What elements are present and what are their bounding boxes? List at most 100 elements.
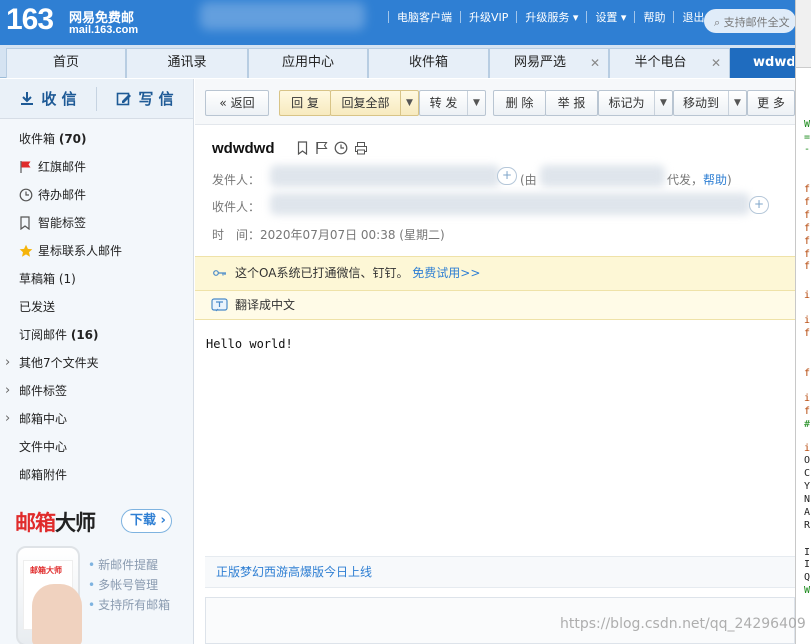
code-char: i: [804, 443, 811, 454]
close-icon[interactable]: ✕: [711, 49, 721, 77]
sidebar-item-smart-tag[interactable]: 智能标签: [0, 209, 193, 237]
sidebar-item-mail-tags[interactable]: 邮件标签: [0, 377, 193, 405]
chevron-down-icon: ▾: [617, 11, 627, 24]
logout-link[interactable]: 退出: [682, 9, 704, 25]
bookmark-icon[interactable]: [296, 141, 309, 155]
mail-master-ad-title[interactable]: 邮箱大师: [15, 507, 96, 537]
bookmark-icon: [20, 216, 30, 230]
chevron-down-icon[interactable]: ▼: [467, 91, 485, 115]
unread-count: (16): [70, 328, 99, 342]
download-button[interactable]: 下载 ›: [121, 509, 172, 533]
upgrade-service-label: 升级服务: [525, 11, 570, 24]
upgrade-vip-link[interactable]: 升级VIP: [469, 9, 508, 25]
tab-current-mail[interactable]: wdwdwd: [730, 48, 795, 78]
chevron-down-icon: ▾: [569, 11, 579, 24]
sidebar-item-star-contacts[interactable]: 星标联系人邮件: [0, 237, 193, 265]
search-input[interactable]: ⌕ 支持邮件全文: [704, 9, 796, 33]
code-char: f: [804, 261, 811, 272]
translate-icon: [211, 298, 228, 312]
sidebar-item-inbox[interactable]: 收件箱 (70): [0, 125, 193, 153]
sidebar-item-mail-center[interactable]: 邮箱中心: [0, 405, 193, 433]
tab-app-center[interactable]: 应用中心: [248, 48, 368, 78]
upgrade-service-link[interactable]: 升级服务 ▾: [525, 9, 578, 25]
flag-icon[interactable]: [315, 141, 328, 155]
watermark: https://blog.csdn.net/qq_24296409: [560, 616, 806, 632]
top-links: 电脑客户端 升级VIP 升级服务 ▾ 设置 ▾ 帮助 退出: [380, 9, 704, 25]
code-char: f: [804, 223, 811, 234]
tab-inbox[interactable]: 收件箱: [368, 48, 489, 78]
ad-feature: 支持所有邮箱: [88, 596, 170, 613]
sidebar-item-sent[interactable]: 已发送: [0, 293, 193, 321]
desktop-client-link[interactable]: 电脑客户端: [397, 9, 452, 25]
compose-button[interactable]: 写 信: [97, 88, 193, 109]
sidebar-item-drafts[interactable]: 草稿箱 (1): [0, 265, 193, 293]
search-placeholder: 支持邮件全文: [723, 16, 790, 29]
sidebar-item-file-center[interactable]: 文件中心: [0, 433, 193, 461]
tab-label: 应用中心: [281, 55, 334, 70]
oa-notice-text: 这个OA系统已打通微信、钉钉。: [235, 266, 409, 280]
forward-button[interactable]: 转 发 ▼: [419, 90, 486, 116]
add-recipient-contact-button[interactable]: +: [749, 196, 769, 214]
sent-on-behalf: 代发，帮助): [667, 173, 732, 187]
unread-count: (70): [58, 132, 87, 146]
reply-button[interactable]: 回 复: [279, 90, 331, 116]
mail-reader: « 返回 回 复 回复全部 ▼ 转 发 ▼ 删 除 举 报 标记为 ▼ 移动到 ▼ 更 …: [195, 79, 795, 644]
tab-label: 通讯录: [167, 55, 207, 70]
receive-button[interactable]: 收 信: [0, 88, 96, 109]
sidebar-item-attachments[interactable]: 邮箱附件: [0, 461, 193, 489]
ad-feature: 新邮件提醒: [88, 556, 158, 573]
code-char: A: [804, 507, 811, 518]
divider: [673, 11, 675, 23]
tab-contacts[interactable]: 通讯录: [126, 48, 248, 78]
divider: [586, 11, 588, 23]
move-to-button[interactable]: 移动到 ▼: [673, 90, 747, 116]
add-contact-button[interactable]: +: [497, 167, 517, 185]
more-button[interactable]: 更 多: [747, 90, 795, 116]
mail-subject: wdwdwd: [212, 140, 275, 157]
back-button[interactable]: « 返回: [205, 90, 269, 116]
folder-label: 收件箱: [19, 132, 56, 146]
translate-link[interactable]: 翻译成中文: [235, 298, 295, 312]
divider: [460, 11, 461, 23]
ad-title-dark: 大师: [55, 511, 96, 535]
code-char: #: [804, 419, 811, 430]
sidebar-item-other-folders[interactable]: 其他7个文件夹: [0, 349, 193, 377]
tab-label: 半个电台: [634, 55, 687, 70]
help-link[interactable]: 帮助: [703, 173, 727, 187]
logo-163[interactable]: 163: [6, 3, 54, 37]
help-link[interactable]: 帮助: [643, 9, 665, 25]
tab-home[interactable]: 首页: [6, 48, 126, 78]
folder-label: 智能标签: [38, 216, 87, 230]
reply-all-label: 回复全部: [341, 96, 390, 110]
code-char: f: [804, 368, 811, 379]
print-icon[interactable]: [354, 141, 368, 155]
right-code-panel: W = - f f f f f f f i i f f i f # i O C Y N A R I I Q W: [795, 0, 811, 644]
clock-icon[interactable]: [334, 141, 348, 155]
ad-feature: 多帐号管理: [88, 576, 158, 593]
more-label: 更 多: [757, 96, 785, 110]
reply-all-button[interactable]: 回复全部 ▼: [330, 90, 419, 116]
sidebar-item-red-flag[interactable]: 红旗邮件: [0, 153, 193, 181]
sidebar-item-todo[interactable]: 待办邮件: [0, 181, 193, 209]
chevron-down-icon[interactable]: ▼: [400, 91, 418, 115]
chevron-down-icon[interactable]: ▼: [728, 91, 746, 115]
sidebar-item-subscriptions[interactable]: 订阅邮件 (16): [0, 321, 193, 349]
chevron-down-icon[interactable]: ▼: [654, 91, 672, 115]
free-trial-link[interactable]: 免费试用>>: [412, 266, 480, 280]
code-char: W: [804, 585, 811, 596]
settings-link[interactable]: 设置 ▾: [595, 9, 626, 25]
ad-title-red: 邮箱: [15, 511, 56, 535]
tab-radio[interactable]: 半个电台 ✕: [609, 48, 730, 78]
close-icon[interactable]: ✕: [590, 49, 600, 77]
tab-yanxuan[interactable]: 网易严选 ✕: [489, 48, 609, 78]
blurred-proxy-sender: [540, 165, 665, 187]
download-arrow-icon: [21, 91, 34, 105]
delete-button[interactable]: 删 除: [493, 90, 546, 116]
report-button[interactable]: 举 报: [545, 90, 598, 116]
translate-bar: 翻译成中文: [195, 290, 795, 320]
code-char: R: [804, 520, 811, 531]
code-char: I: [804, 547, 811, 558]
bottom-ad-link[interactable]: 正版梦幻西游高爆版今日上线: [205, 556, 795, 588]
mark-as-button[interactable]: 标记为 ▼: [598, 90, 673, 116]
folder-label: 邮箱附件: [19, 468, 68, 482]
